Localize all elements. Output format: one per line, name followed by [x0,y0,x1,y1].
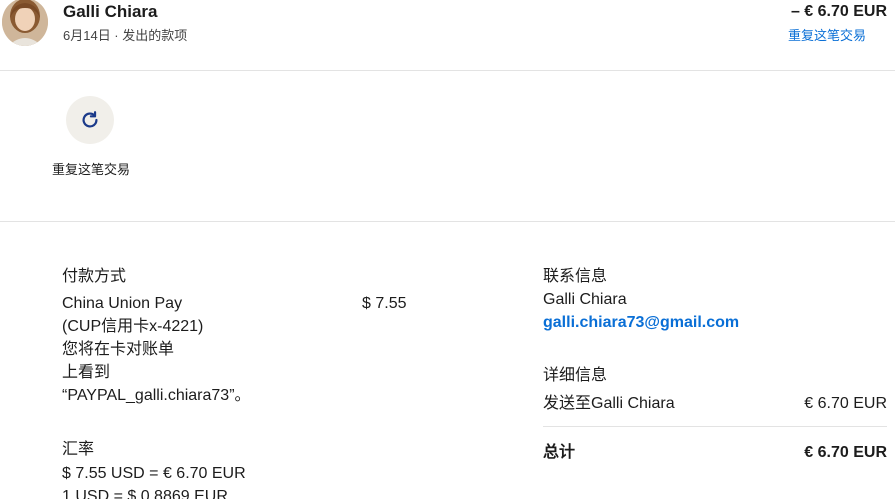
payment-line: 您将在卡对账单 [62,341,175,358]
payment-method-title: 付款方式 [62,268,127,285]
actions-bar: 重复这笔交易 [0,72,895,222]
payment-amount: $ 7.55 [362,295,407,312]
contact-name: Galli Chiara [543,291,627,308]
sent-to-amount: € 6.70 EUR [804,395,887,412]
exchange-rate-line-2: 1 USD = $ 0.8869 EUR [62,488,228,499]
total-amount: € 6.70 EUR [804,444,887,461]
payment-method-details: China Union Pay (CUP信用卡x-4221) 您将在卡对账单 上… [62,292,352,407]
transaction-amount: – € 6.70 EUR [790,3,887,20]
payment-line: 上看到 [62,364,111,381]
contact-email-link[interactable]: galli.chiara73@gmail.com [543,314,739,332]
payment-line: “PAYPAL_galli.chiara73”。 [62,387,251,404]
repeat-transaction-label: 重复这笔交易 [52,162,131,177]
payment-line: (CUP信用卡x-4221) [62,318,204,335]
refresh-icon [82,111,98,128]
details-title: 详细信息 [543,367,608,384]
total-label: 总计 [543,444,576,461]
repeat-transaction-link[interactable]: 重复这笔交易 [788,25,866,44]
sent-to-label: 发送至Galli Chiara [543,395,675,412]
exchange-rate-line-1: $ 7.55 USD = € 6.70 EUR [62,465,246,482]
transaction-header: Galli Chiara 6月14日 · 发出的款项 – € 6.70 EUR … [0,0,895,71]
payment-line: China Union Pay [62,295,183,312]
avatar [2,0,48,46]
transaction-date-type: 6月14日 · 发出的款项 [63,28,188,43]
counterparty-name: Galli Chiara [63,2,158,21]
repeat-transaction-button[interactable] [66,96,114,144]
details-divider [543,426,887,427]
exchange-rate-title: 汇率 [62,441,95,458]
contact-info-title: 联系信息 [543,268,608,285]
avatar-photo-icon [2,0,48,46]
